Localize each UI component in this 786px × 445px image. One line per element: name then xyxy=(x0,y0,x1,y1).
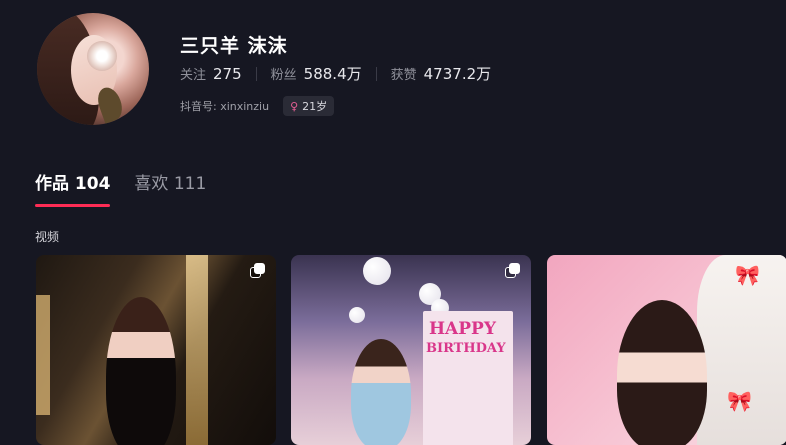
tab-count: 104 xyxy=(74,174,111,194)
profile-name: 三只羊 沫沫 xyxy=(180,35,288,57)
balloon xyxy=(363,257,391,285)
banner-line1: HAPPY xyxy=(429,319,496,339)
stat-followers[interactable]: 粉丝 588.4万 xyxy=(271,63,362,84)
thumbnail-person xyxy=(106,297,176,445)
female-icon: ♀ xyxy=(290,99,299,113)
stat-value: 275 xyxy=(213,65,242,83)
stat-likes: 获赞 4737.2万 xyxy=(391,63,492,84)
tab-count: 111 xyxy=(173,174,207,194)
stat-label: 关注 xyxy=(180,68,207,83)
age-label: 21岁 xyxy=(302,100,328,113)
multi-image-icon xyxy=(505,263,521,279)
profile-stats: 关注 275 粉丝 588.4万 获赞 4737.2万 xyxy=(180,63,491,84)
banner-line2: BIRTHDAY xyxy=(426,341,506,356)
tab-label: 喜欢 xyxy=(134,174,169,194)
tab-likes[interactable]: 喜欢 111 xyxy=(134,169,206,194)
tab-works[interactable]: 作品 104 xyxy=(35,169,110,194)
bow-icon: 🎀 xyxy=(727,389,752,413)
stat-value: 588.4万 xyxy=(303,65,362,83)
stat-following[interactable]: 关注 275 xyxy=(180,64,242,83)
bow-icon: 🎀 xyxy=(735,263,760,287)
stat-label: 获赞 xyxy=(390,68,417,83)
thumbnail-person xyxy=(351,339,411,445)
video-card[interactable]: HAPPY BIRTHDAY xyxy=(291,255,531,445)
douyin-id: 抖音号: xinxinziu xyxy=(180,100,270,113)
tab-label: 作品 xyxy=(35,174,69,194)
stat-label: 粉丝 xyxy=(270,68,297,83)
video-card[interactable]: 🎀 🎀 xyxy=(547,255,786,445)
profile-tabs: 作品 104 喜欢 111 xyxy=(35,169,206,194)
video-card[interactable] xyxy=(36,255,276,445)
lamp-light xyxy=(36,295,50,415)
door-light xyxy=(186,255,208,445)
divider xyxy=(255,66,257,81)
active-tab-indicator xyxy=(35,204,110,207)
birthday-banner: HAPPY BIRTHDAY xyxy=(423,311,513,445)
thumbnail-person xyxy=(617,300,707,445)
stat-value: 4737.2万 xyxy=(423,65,492,83)
balloon xyxy=(349,307,365,323)
multi-image-icon xyxy=(250,263,266,279)
profile-avatar[interactable] xyxy=(37,13,149,125)
section-title: 视频 xyxy=(35,230,60,244)
age-badge: ♀ 21岁 xyxy=(283,96,335,116)
profile-meta: 抖音号: xinxinziu ♀ 21岁 xyxy=(180,96,335,116)
divider xyxy=(375,66,377,81)
avatar-flower xyxy=(87,41,117,71)
